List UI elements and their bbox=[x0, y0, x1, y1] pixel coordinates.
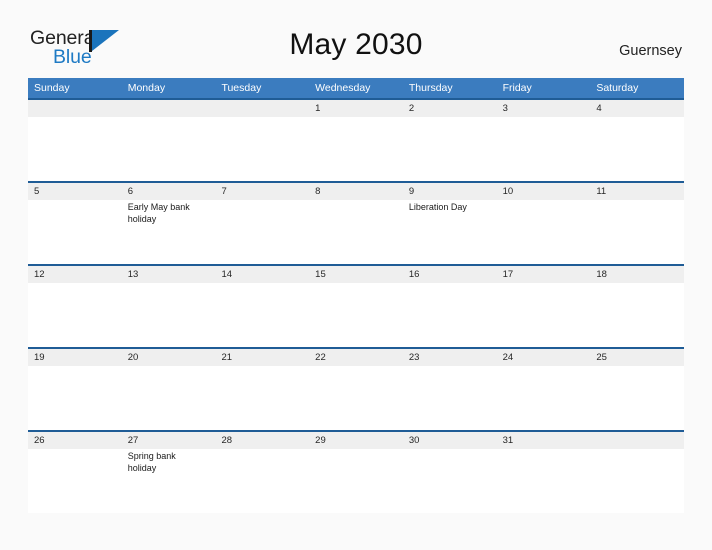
day-event bbox=[215, 449, 309, 513]
day-event bbox=[590, 283, 684, 347]
day-event bbox=[122, 366, 216, 430]
day-event bbox=[590, 117, 684, 181]
day-event bbox=[28, 366, 122, 430]
day-number[interactable]: 1 bbox=[309, 100, 403, 117]
day-event bbox=[497, 449, 591, 513]
day-event bbox=[497, 200, 591, 264]
day-number[interactable]: 20 bbox=[122, 349, 216, 366]
week-row: 5 6 7 8 9 10 11 Early May bank holiday L… bbox=[28, 181, 684, 264]
day-number[interactable]: 14 bbox=[215, 266, 309, 283]
day-event bbox=[215, 117, 309, 181]
day-event-holiday: Early May bank holiday bbox=[127, 202, 190, 224]
day-event-holiday: Spring bank holiday bbox=[127, 451, 176, 473]
day-number[interactable]: 30 bbox=[403, 432, 497, 449]
day-number[interactable]: 28 bbox=[215, 432, 309, 449]
day-number[interactable]: 18 bbox=[590, 266, 684, 283]
week-row: 26 27 28 29 30 31 Spring bank holiday bbox=[28, 430, 684, 513]
weekday-tuesday: Tuesday bbox=[221, 82, 262, 94]
day-number[interactable]: 7 bbox=[215, 183, 309, 200]
day-number[interactable]: 31 bbox=[497, 432, 591, 449]
week-date-band: 5 6 7 8 9 10 11 bbox=[28, 183, 684, 200]
day-event bbox=[28, 283, 122, 347]
day-number[interactable]: 9 bbox=[403, 183, 497, 200]
day-number[interactable]: 5 bbox=[28, 183, 122, 200]
day-number[interactable] bbox=[590, 432, 684, 449]
week-date-band: 26 27 28 29 30 31 bbox=[28, 432, 684, 449]
day-event bbox=[28, 200, 122, 264]
week-row: 1 2 3 4 bbox=[28, 98, 684, 181]
day-event bbox=[215, 283, 309, 347]
week-event-band: Early May bank holiday Liberation Day bbox=[28, 200, 684, 264]
day-event bbox=[497, 117, 591, 181]
weekday-header-row: Sunday Monday Tuesday Wednesday Thursday… bbox=[28, 78, 684, 98]
day-number[interactable]: 19 bbox=[28, 349, 122, 366]
day-number[interactable]: 29 bbox=[309, 432, 403, 449]
weekday-wednesday: Wednesday bbox=[315, 82, 371, 94]
day-number[interactable]: 25 bbox=[590, 349, 684, 366]
day-event bbox=[309, 117, 403, 181]
weekday-friday: Friday bbox=[502, 82, 532, 94]
day-event bbox=[215, 200, 309, 264]
day-number[interactable]: 11 bbox=[590, 183, 684, 200]
weekday-sunday: Sunday bbox=[34, 82, 70, 94]
week-date-band: 19 20 21 22 23 24 25 bbox=[28, 349, 684, 366]
day-number[interactable]: 15 bbox=[309, 266, 403, 283]
weekday-thursday: Thursday bbox=[408, 82, 453, 94]
page-title: May 2030 bbox=[289, 28, 423, 61]
day-number[interactable]: 22 bbox=[309, 349, 403, 366]
day-event bbox=[309, 366, 403, 430]
week-event-band bbox=[28, 117, 684, 181]
day-number[interactable]: 21 bbox=[215, 349, 309, 366]
weekday-saturday: Saturday bbox=[596, 82, 639, 94]
calendar-page: General Blue May 2030 Guernsey Sunday Mo… bbox=[0, 0, 712, 550]
day-event bbox=[403, 449, 497, 513]
page-header: General Blue May 2030 Guernsey bbox=[0, 0, 712, 76]
week-event-band bbox=[28, 283, 684, 347]
day-event bbox=[309, 200, 403, 264]
day-number[interactable] bbox=[122, 100, 216, 117]
day-number[interactable]: 23 bbox=[403, 349, 497, 366]
day-number[interactable]: 26 bbox=[28, 432, 122, 449]
day-event bbox=[28, 117, 122, 181]
week-row: 12 13 14 15 16 17 18 bbox=[28, 264, 684, 347]
day-event bbox=[122, 283, 216, 347]
day-event bbox=[403, 283, 497, 347]
week-event-band: Spring bank holiday bbox=[28, 449, 684, 513]
week-date-band: 12 13 14 15 16 17 18 bbox=[28, 266, 684, 283]
day-event bbox=[497, 283, 591, 347]
day-number[interactable]: 6 bbox=[122, 183, 216, 200]
calendar-grid: Sunday Monday Tuesday Wednesday Thursday… bbox=[28, 78, 684, 513]
day-event bbox=[403, 366, 497, 430]
weekday-monday: Monday bbox=[127, 82, 166, 94]
day-number[interactable]: 16 bbox=[403, 266, 497, 283]
day-event bbox=[590, 366, 684, 430]
day-number[interactable]: 2 bbox=[403, 100, 497, 117]
day-number[interactable]: 12 bbox=[28, 266, 122, 283]
day-event bbox=[309, 449, 403, 513]
day-event bbox=[122, 117, 216, 181]
day-number[interactable]: 27 bbox=[122, 432, 216, 449]
day-number[interactable] bbox=[28, 100, 122, 117]
day-event bbox=[28, 449, 122, 513]
week-date-band: 1 2 3 4 bbox=[28, 100, 684, 117]
day-number[interactable]: 17 bbox=[497, 266, 591, 283]
week-event-band bbox=[28, 366, 684, 430]
day-event bbox=[403, 117, 497, 181]
locale-label: Guernsey bbox=[619, 43, 682, 59]
day-event-holiday: Liberation Day bbox=[408, 202, 467, 212]
week-row: 19 20 21 22 23 24 25 bbox=[28, 347, 684, 430]
day-number[interactable]: 4 bbox=[590, 100, 684, 117]
day-event bbox=[309, 283, 403, 347]
day-number[interactable] bbox=[215, 100, 309, 117]
day-number[interactable]: 10 bbox=[497, 183, 591, 200]
day-number[interactable]: 3 bbox=[497, 100, 591, 117]
day-number[interactable]: 24 bbox=[497, 349, 591, 366]
day-event bbox=[590, 449, 684, 513]
day-event bbox=[590, 200, 684, 264]
day-event bbox=[497, 366, 591, 430]
day-number[interactable]: 13 bbox=[122, 266, 216, 283]
day-event bbox=[215, 366, 309, 430]
day-number[interactable]: 8 bbox=[309, 183, 403, 200]
